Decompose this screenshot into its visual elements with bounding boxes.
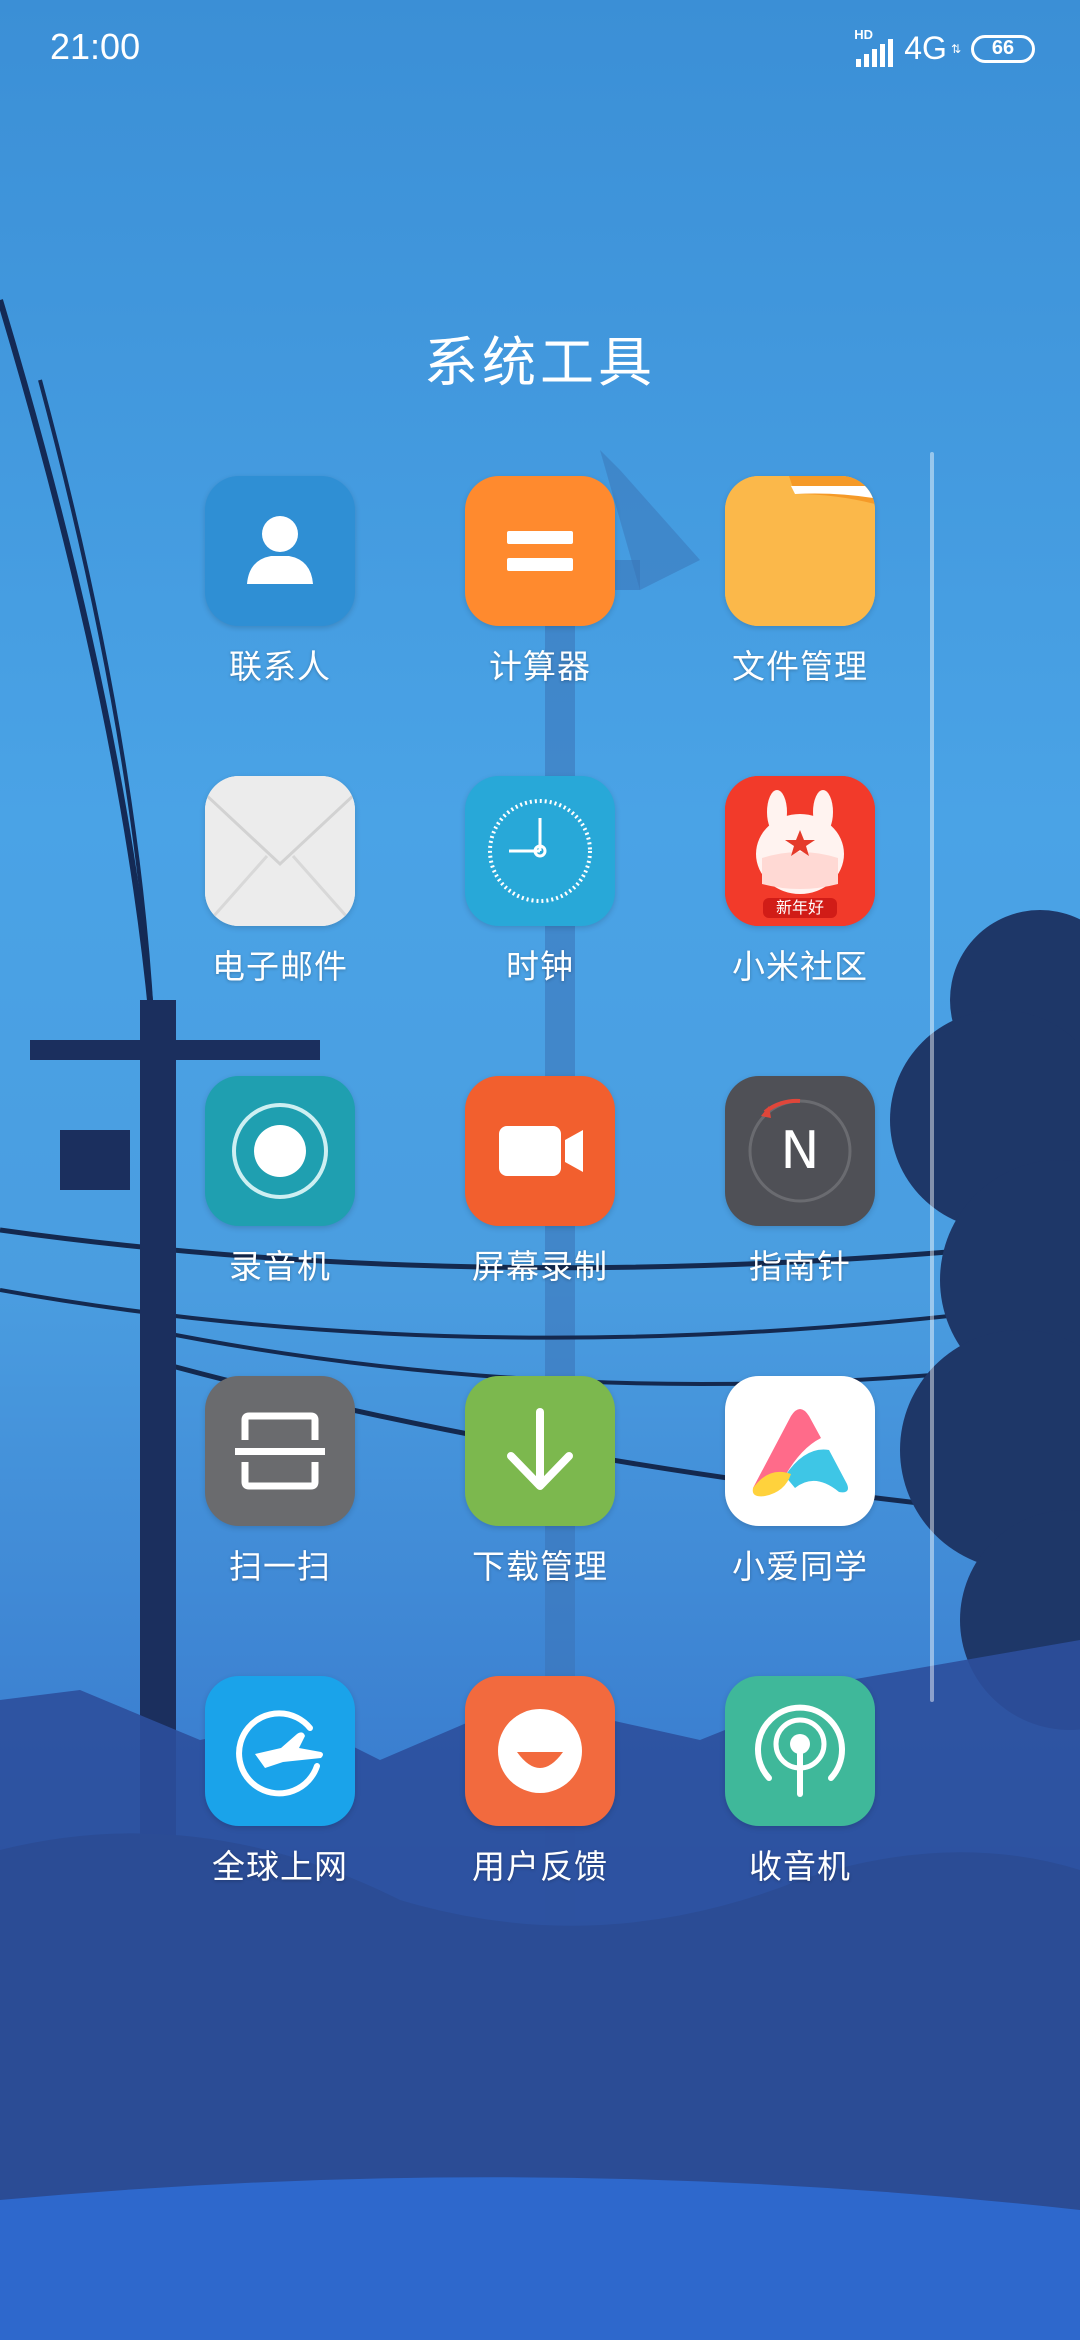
app-label: 录音机: [229, 1247, 331, 1286]
app-contacts[interactable]: 联系人: [150, 476, 410, 776]
battery-icon: 66: [971, 34, 1035, 63]
mail-icon[interactable]: [205, 776, 355, 926]
app-mi-community[interactable]: 新年好 小米社区: [670, 776, 930, 1076]
app-label: 计算器: [489, 647, 591, 686]
global-internet-icon[interactable]: [205, 1676, 355, 1826]
app-user-feedback[interactable]: 用户反馈: [410, 1676, 670, 1976]
status-time: 21:00: [50, 26, 141, 67]
status-bar: 21:00 HD 4G ⇅ 66: [0, 0, 1080, 100]
app-label: 屏幕录制: [472, 1247, 608, 1286]
mi-community-icon[interactable]: 新年好: [725, 776, 875, 926]
signal-icon: HD: [854, 27, 894, 67]
app-label: 全球上网: [212, 1847, 348, 1886]
app-label: 下载管理: [472, 1547, 608, 1586]
recorder-icon[interactable]: [205, 1076, 355, 1226]
app-xiaoai[interactable]: 小爱同学: [670, 1376, 930, 1676]
app-clock[interactable]: 时钟: [410, 776, 670, 1076]
battery-level: 66: [991, 37, 1015, 59]
scroll-indicator: [930, 452, 934, 1702]
xiaoai-icon[interactable]: [725, 1376, 875, 1526]
app-screen-record[interactable]: 屏幕录制: [410, 1076, 670, 1376]
app-radio[interactable]: 收音机: [670, 1676, 930, 1976]
calculator-icon[interactable]: [465, 476, 615, 626]
app-label: 文件管理: [732, 647, 868, 686]
app-compass[interactable]: N 指南针: [670, 1076, 930, 1376]
mi-community-badge-text: 新年好: [776, 898, 824, 917]
app-label: 时钟: [506, 947, 574, 986]
app-file-manager[interactable]: 文件管理: [670, 476, 930, 776]
app-calculator[interactable]: 计算器: [410, 476, 670, 776]
app-download-manager[interactable]: 下载管理: [410, 1376, 670, 1676]
status-indicators: HD 4G ⇅ 66: [854, 27, 1035, 67]
app-label: 联系人: [229, 647, 331, 686]
data-activity-icon: ⇅: [950, 41, 961, 56]
app-label: 指南针: [749, 1247, 851, 1286]
app-recorder[interactable]: 录音机: [150, 1076, 410, 1376]
download-icon[interactable]: [465, 1376, 615, 1526]
app-grid: 联系人 计算器 文件管理 电子邮件 时钟 新年好 小米社区 录音机 屏幕录制 N…: [150, 476, 930, 1976]
radio-icon[interactable]: [725, 1676, 875, 1826]
app-label: 用户反馈: [472, 1847, 608, 1886]
app-label: 扫一扫: [229, 1547, 331, 1586]
app-label: 收音机: [749, 1847, 851, 1886]
feedback-icon[interactable]: [465, 1676, 615, 1826]
app-scanner[interactable]: 扫一扫: [150, 1376, 410, 1676]
app-email[interactable]: 电子邮件: [150, 776, 410, 1076]
app-label: 电子邮件: [212, 947, 348, 986]
app-label: 小爱同学: [732, 1547, 868, 1586]
scanner-icon[interactable]: [205, 1376, 355, 1526]
network-type: 4G: [904, 30, 947, 66]
app-global-internet[interactable]: 全球上网: [150, 1676, 410, 1976]
clock-icon[interactable]: [465, 776, 615, 926]
compass-letter: N: [781, 1121, 820, 1181]
folder-icon[interactable]: [725, 476, 875, 626]
folder-title[interactable]: 系统工具: [0, 318, 1080, 397]
contacts-icon[interactable]: [205, 476, 355, 626]
app-label: 小米社区: [732, 947, 868, 986]
compass-icon[interactable]: N: [725, 1076, 875, 1226]
screen-record-icon[interactable]: [465, 1076, 615, 1226]
